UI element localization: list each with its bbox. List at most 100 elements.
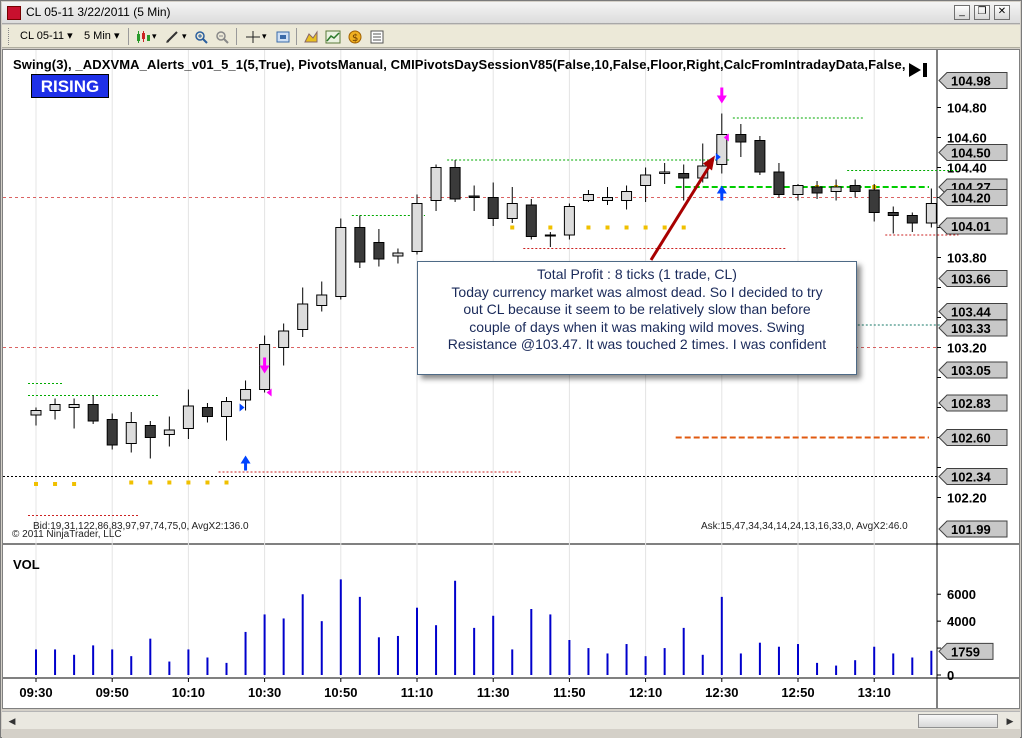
- sell-arrow-icon: [263, 357, 267, 366]
- sell-arrow-icon: [716, 95, 727, 104]
- swing-dot: [548, 225, 553, 230]
- swing-dot: [205, 480, 210, 485]
- chart-area[interactable]: 09:30 09:50 10:10 10:30 10:50 11:10 11:30 11:50…: [2, 49, 1020, 709]
- price-marker-label: 101.99: [951, 522, 991, 537]
- note-line: couple of days when it was making wild m…: [469, 318, 805, 335]
- scroll-right-icon[interactable]: ▶: [1002, 713, 1018, 729]
- candle-body: [735, 134, 747, 143]
- candle-body: [49, 404, 61, 411]
- price-marker-label: 102.83: [951, 396, 991, 411]
- swing-dot: [148, 480, 153, 485]
- volume-axis-label: 4000: [947, 614, 976, 629]
- time-axis-label: 10:50: [324, 685, 357, 700]
- candle-body: [887, 212, 899, 216]
- data-box-icon[interactable]: [368, 28, 386, 45]
- price-marker-label: 103.44: [951, 305, 992, 320]
- instrument-selector[interactable]: CL 05-11 ▾: [20, 28, 73, 45]
- candle-body: [582, 194, 594, 201]
- copyright: © 2011 NinjaTrader, LLC: [12, 529, 122, 540]
- price-marker-label: 103.05: [951, 363, 991, 378]
- candle-body: [201, 407, 213, 417]
- indicator-icon[interactable]: [324, 28, 342, 45]
- candle-body: [602, 197, 613, 201]
- candle-body: [182, 405, 194, 429]
- candle-body: [754, 140, 766, 173]
- time-axis-label: 10:30: [248, 685, 281, 700]
- swing-dot: [72, 482, 77, 486]
- ask-stats: Ask:15,47,34,34,14,24,13,16,33,0, AvgX2:…: [701, 521, 908, 532]
- time-axis-label: 12:50: [781, 685, 814, 700]
- candle-body: [278, 330, 290, 348]
- candle-body: [678, 173, 690, 179]
- scrollbar-thumb[interactable]: [918, 714, 998, 728]
- candle-body: [411, 203, 423, 252]
- candle-body: [449, 167, 461, 200]
- swing-dot: [129, 480, 134, 485]
- candle-body: [659, 171, 671, 174]
- title-bar[interactable]: CL 05-11 3/22/2011 (5 Min) _ ❐ ✕: [2, 2, 1020, 24]
- indicator-list: Swing(3), _ADXVMA_Alerts_v01_5_1(5,True)…: [13, 57, 906, 72]
- candle-body: [525, 204, 537, 237]
- candle-body: [316, 294, 328, 306]
- time-axis-label: 11:10: [401, 685, 434, 700]
- swing-dot: [586, 225, 591, 230]
- zoom-in-icon[interactable]: [193, 28, 211, 45]
- candle-body: [373, 242, 385, 260]
- note-line: Today currency market was almost dead. S…: [451, 283, 823, 300]
- price-marker-label: 104.98: [951, 74, 991, 89]
- money-icon[interactable]: $: [346, 28, 364, 45]
- candle-body: [335, 227, 347, 297]
- time-axis-label: 09:30: [19, 685, 52, 700]
- price-marker-label: 102.60: [951, 431, 991, 446]
- price-marker-label: 103.33: [951, 321, 991, 336]
- time-axis-label: 10:10: [172, 685, 205, 700]
- note-line: Resistance @103.47. It was touched 2 tim…: [447, 336, 827, 353]
- candle-body: [68, 404, 80, 408]
- candle-body: [163, 429, 175, 435]
- candle-body: [297, 303, 309, 330]
- swing-dot: [643, 225, 648, 230]
- candle-body: [716, 134, 728, 165]
- candlestick-icon[interactable]: [134, 28, 152, 45]
- zoom-out-icon[interactable]: [214, 28, 232, 45]
- candle-body: [906, 215, 918, 224]
- chart-toolbar: CL 05-11 ▾ 5 Min ▾ ▾ ▾ ▾ $: [2, 25, 1020, 48]
- rising-badge: RISING: [31, 74, 109, 98]
- minimize-button[interactable]: _: [954, 5, 970, 20]
- candle-body: [87, 404, 99, 422]
- buy-arrow-icon: [720, 192, 724, 201]
- candle-body: [849, 185, 861, 192]
- price-marker-label: 102.34: [951, 470, 992, 485]
- time-axis-label: 12:10: [629, 685, 662, 700]
- price-marker-label: 104.50: [951, 146, 991, 161]
- scroll-left-icon[interactable]: ◀: [4, 713, 20, 729]
- price-marker-label: 103.66: [951, 272, 991, 287]
- candle-body: [221, 401, 232, 417]
- candle-body: [925, 203, 937, 224]
- time-axis-label: 11:50: [553, 685, 586, 700]
- candle-body: [430, 167, 442, 201]
- trade-note[interactable]: Total Profit : 8 ticks (1 trade, CL) Tod…: [417, 261, 857, 375]
- candle-body: [544, 234, 556, 237]
- candle-body: [811, 186, 823, 194]
- snapshot-icon[interactable]: [274, 28, 292, 45]
- crosshair-icon[interactable]: [244, 28, 262, 45]
- horizontal-scrollbar[interactable]: ◀ ▶: [2, 711, 1020, 729]
- buy-arrow-icon: [240, 455, 251, 464]
- buy-arrow-icon: [244, 462, 248, 471]
- scroll-to-end-icon[interactable]: [908, 62, 932, 78]
- swing-dot: [34, 482, 38, 486]
- time-axis-label: 09:50: [96, 685, 129, 700]
- price-marker-label: 104.01: [951, 219, 991, 234]
- strategy-icon[interactable]: [302, 28, 320, 45]
- draw-pencil-icon[interactable]: [164, 28, 182, 45]
- swing-dot: [53, 482, 58, 486]
- price-axis-label: 103.20: [947, 341, 987, 356]
- price-axis-label: 104.80: [947, 101, 987, 116]
- chart-window: CL 05-11 3/22/2011 (5 Min) _ ❐ ✕ CL 05-1…: [0, 0, 1022, 738]
- close-button[interactable]: ✕: [994, 5, 1010, 20]
- interval-selector[interactable]: 5 Min ▾: [84, 28, 119, 45]
- time-axis-label: 11:30: [477, 685, 510, 700]
- price-axis-label: 103.80: [947, 251, 987, 266]
- restore-button[interactable]: ❐: [974, 5, 990, 20]
